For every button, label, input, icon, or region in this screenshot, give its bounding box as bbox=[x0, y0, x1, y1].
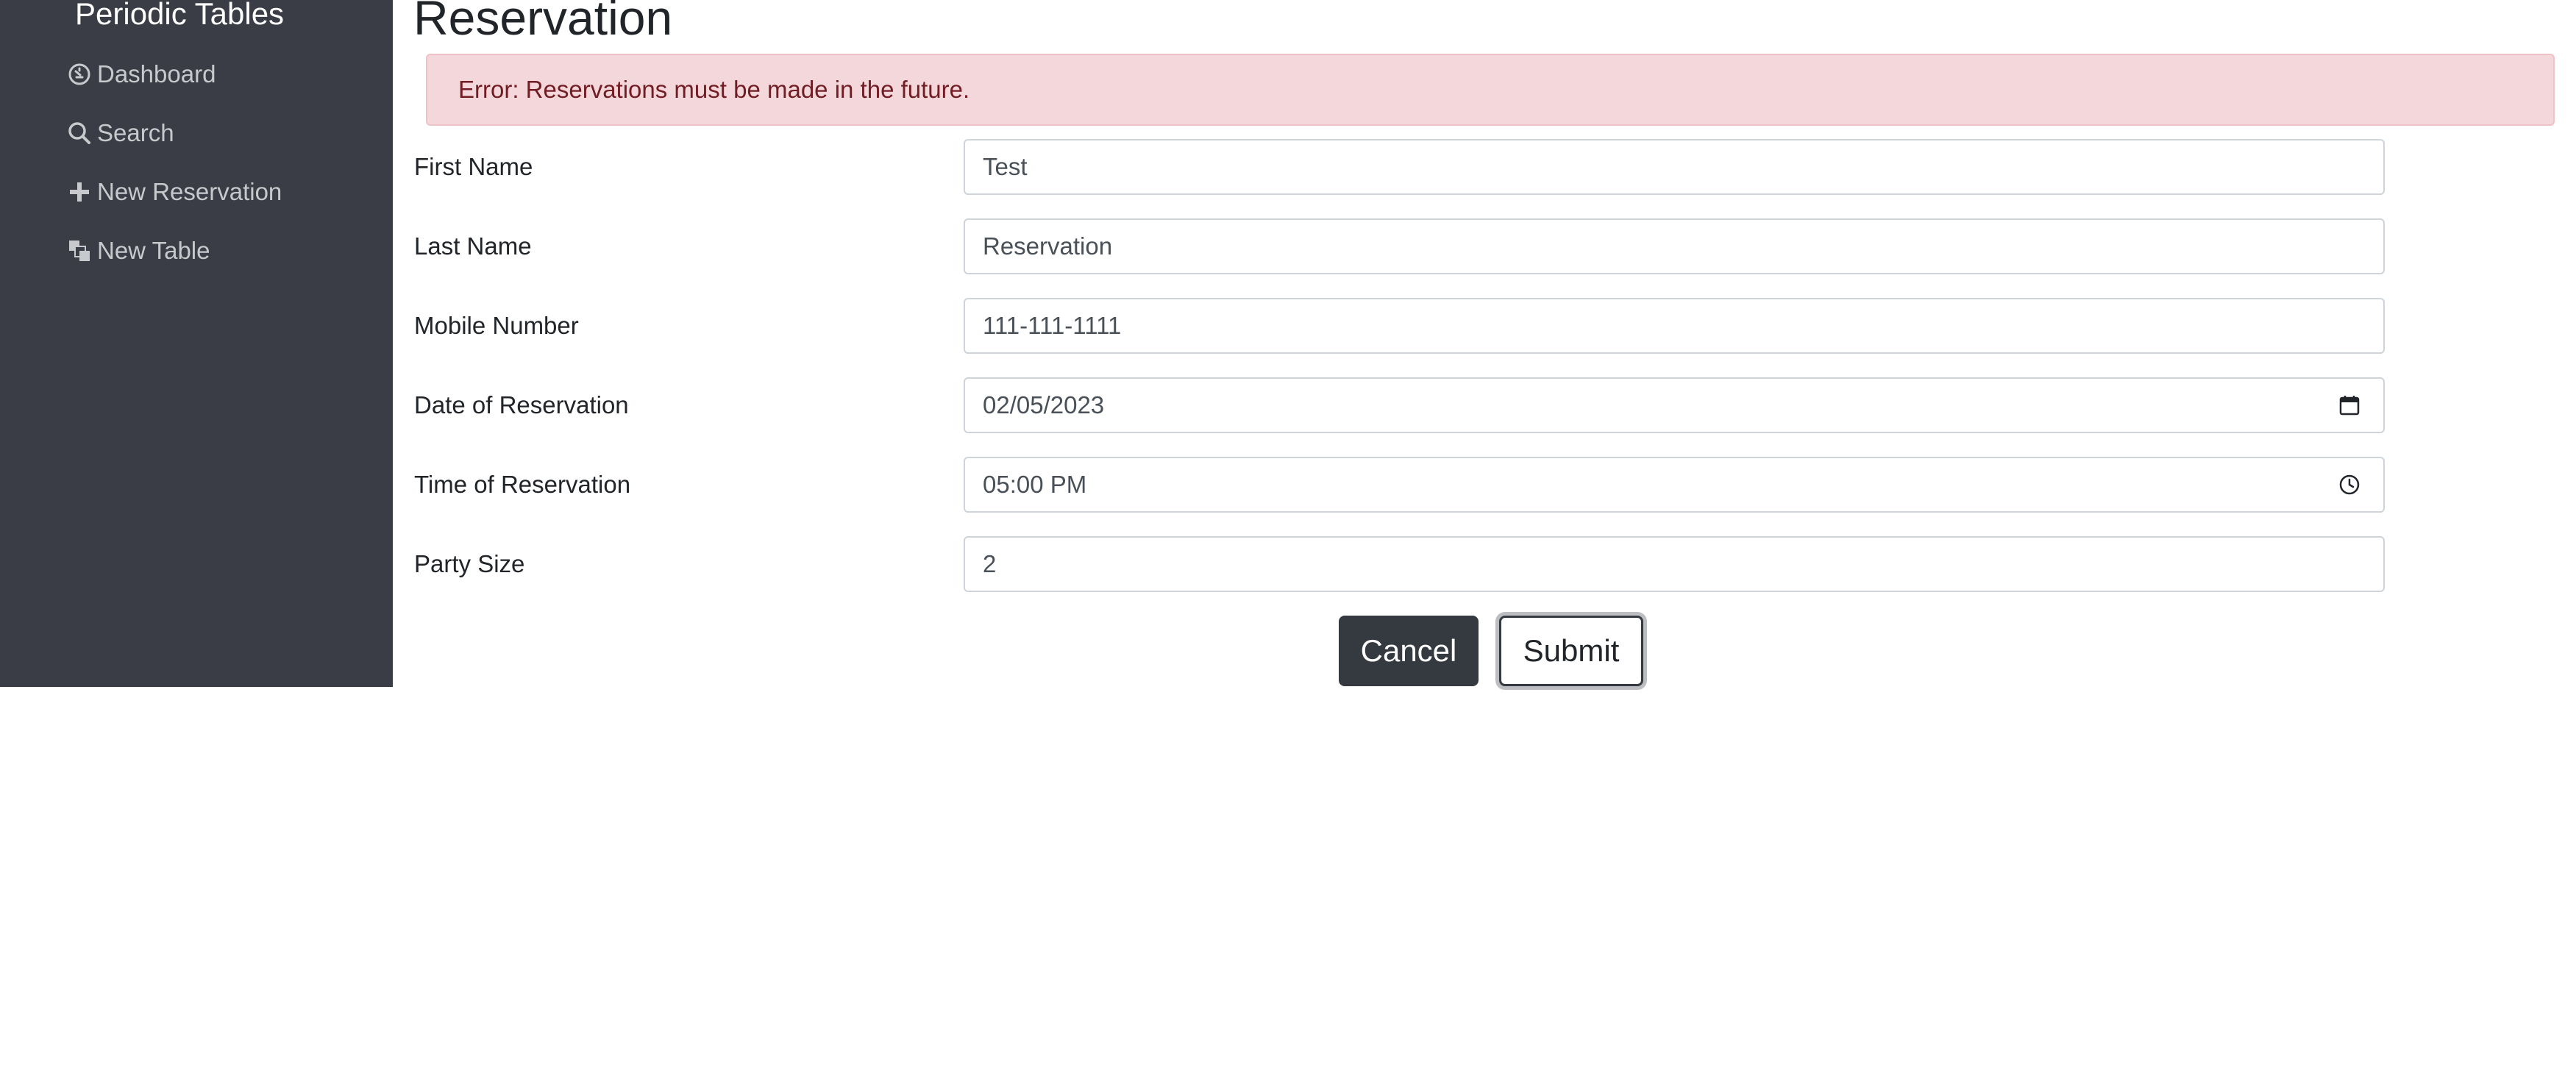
reservation-time-label: Time of Reservation bbox=[414, 471, 631, 498]
mobile-number-value: 111-111-1111 bbox=[983, 312, 1122, 339]
brand-title[interactable]: Periodic Tables bbox=[75, 0, 284, 32]
reservation-date-label: Date of Reservation bbox=[414, 391, 629, 418]
layers-icon bbox=[66, 238, 93, 264]
last-name-value: Reservation bbox=[983, 232, 1113, 260]
mobile-number-input[interactable]: 111-111-1111 bbox=[964, 298, 2385, 354]
sidebar-item-new-table[interactable]: New Table bbox=[66, 230, 210, 271]
reservation-date-value: 02/05/2023 bbox=[983, 391, 1105, 418]
party-size-label: Party Size bbox=[414, 550, 525, 577]
page: Periodic Tables Dashboard Search New Res… bbox=[0, 0, 2576, 1065]
cancel-button[interactable]: Cancel bbox=[1339, 616, 1479, 686]
first-name-label: First Name bbox=[414, 153, 533, 180]
plus-icon bbox=[66, 179, 93, 205]
calendar-icon[interactable] bbox=[2338, 393, 2361, 417]
party-size-value: 2 bbox=[983, 550, 997, 577]
last-name-label: Last Name bbox=[414, 232, 532, 260]
sidebar-item-label: Search bbox=[97, 119, 174, 146]
first-name-input[interactable]: Test bbox=[964, 139, 2385, 195]
first-name-value: Test bbox=[983, 153, 1028, 180]
reservation-time-value: 05:00 PM bbox=[983, 471, 1087, 498]
sidebar: Periodic Tables Dashboard Search New Res… bbox=[0, 0, 393, 687]
party-size-input[interactable]: 2 bbox=[964, 536, 2385, 592]
sidebar-item-label: Dashboard bbox=[97, 60, 216, 88]
page-title: Reservation bbox=[413, 0, 673, 45]
mobile-number-label: Mobile Number bbox=[414, 312, 579, 339]
sidebar-item-label: New Table bbox=[97, 237, 210, 264]
reservation-date-input[interactable]: 02/05/2023 bbox=[964, 377, 2385, 433]
clock-icon[interactable] bbox=[2338, 473, 2361, 496]
error-alert: Error: Reservations must be made in the … bbox=[426, 54, 2555, 126]
dashboard-icon bbox=[66, 61, 93, 88]
sidebar-item-label: New Reservation bbox=[97, 178, 282, 205]
sidebar-item-search[interactable]: Search bbox=[66, 113, 174, 154]
submit-button[interactable]: Submit bbox=[1499, 616, 1643, 686]
sidebar-item-new-reservation[interactable]: New Reservation bbox=[66, 171, 282, 213]
sidebar-item-dashboard[interactable]: Dashboard bbox=[66, 54, 216, 95]
search-icon bbox=[66, 120, 93, 146]
reservation-time-input[interactable]: 05:00 PM bbox=[964, 457, 2385, 513]
last-name-input[interactable]: Reservation bbox=[964, 218, 2385, 274]
error-message: Error: Reservations must be made in the … bbox=[458, 76, 970, 103]
